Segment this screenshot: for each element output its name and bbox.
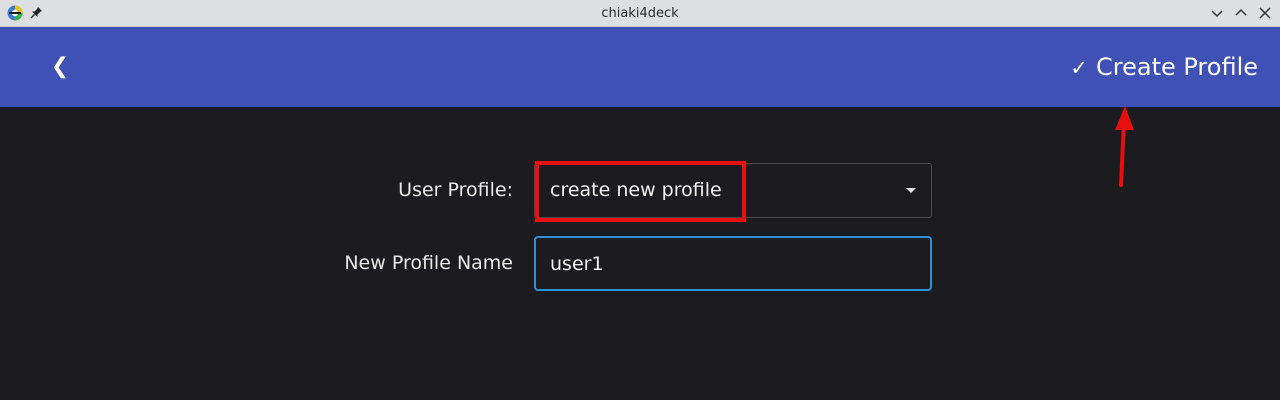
user-profile-label: User Profile: bbox=[398, 179, 513, 201]
back-button[interactable]: ❮ bbox=[40, 47, 80, 87]
dropdown-arrow-icon bbox=[906, 188, 916, 193]
annotation-arrow-icon bbox=[1115, 106, 1134, 187]
new-profile-name-label: New Profile Name bbox=[344, 252, 513, 274]
minimize-icon[interactable] bbox=[1209, 5, 1225, 21]
create-profile-button[interactable]: ✓ Create Profile bbox=[1070, 47, 1258, 87]
annotation-highlight-box bbox=[535, 161, 746, 222]
window-title: chiaki4deck bbox=[601, 6, 679, 21]
create-profile-label: Create Profile bbox=[1096, 53, 1258, 81]
close-icon[interactable] bbox=[1257, 5, 1273, 21]
window-titlebar: chiaki4deck bbox=[0, 0, 1280, 27]
check-icon: ✓ bbox=[1070, 56, 1088, 80]
maximize-icon[interactable] bbox=[1233, 5, 1249, 21]
new-profile-name-input[interactable] bbox=[534, 236, 932, 291]
app-header-bar: ❮ ✓ Create Profile bbox=[0, 27, 1280, 107]
